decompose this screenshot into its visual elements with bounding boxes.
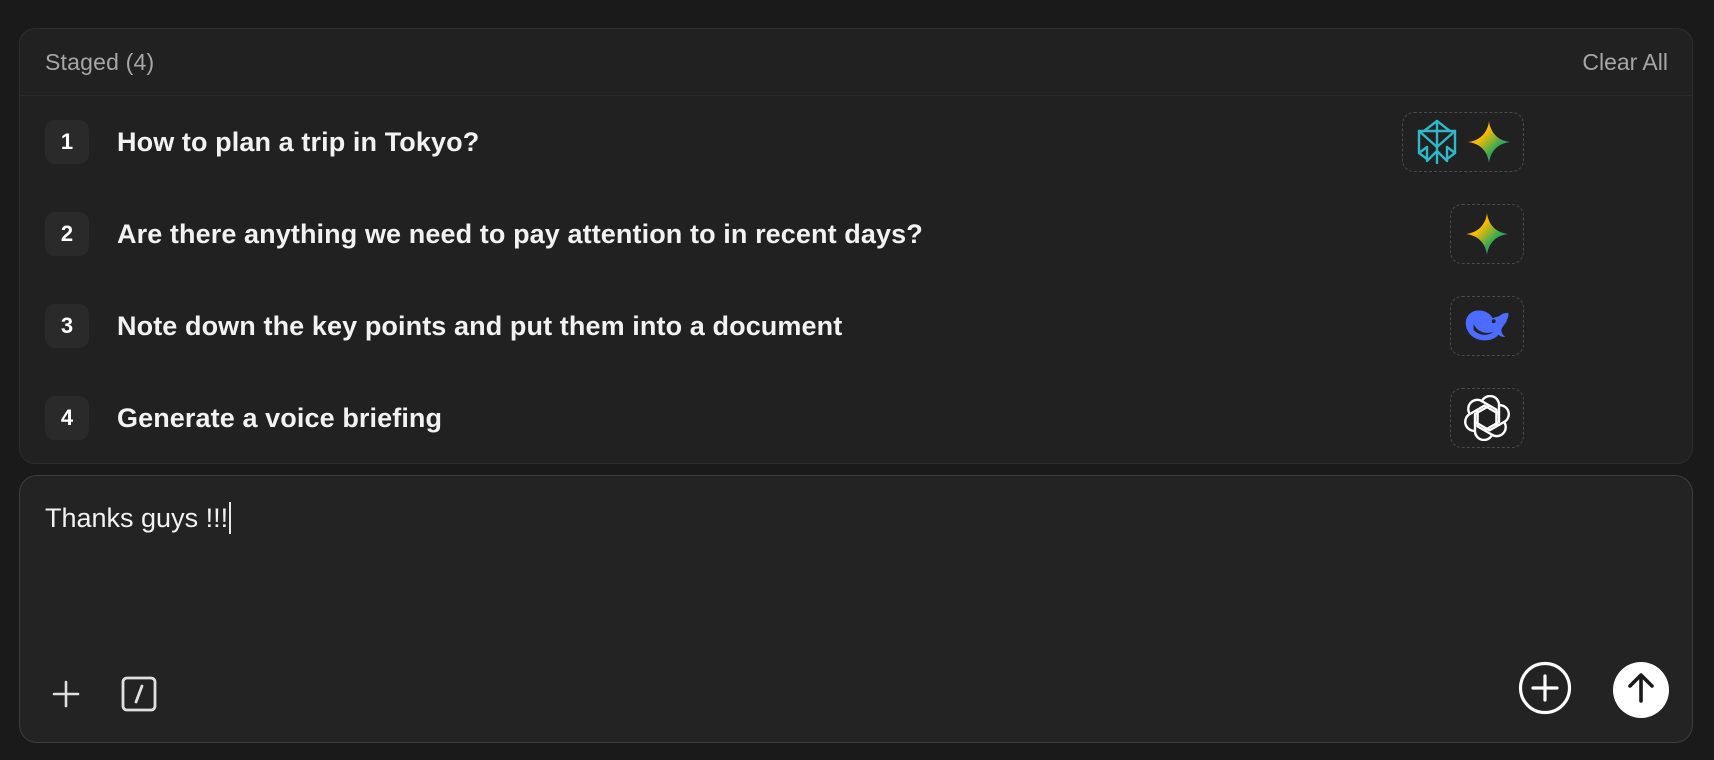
staged-item-number: 3	[45, 304, 89, 348]
staged-item-text: How to plan a trip in Tokyo?	[117, 126, 480, 157]
add-context-button[interactable]	[1517, 661, 1573, 720]
plus-icon	[51, 679, 81, 714]
add-circle-icon	[1518, 661, 1572, 720]
attach-button[interactable]	[46, 676, 86, 716]
staged-item-number: 1	[45, 120, 89, 164]
staged-panel: Staged (4) Clear All 1 How to plan a tri…	[19, 28, 1693, 464]
clear-all-button[interactable]: Clear All	[1582, 49, 1668, 76]
gemini-icon	[1464, 211, 1510, 257]
openai-icon	[1464, 395, 1510, 441]
staged-item[interactable]: 4 Generate a voice briefing	[20, 372, 1692, 463]
staged-item-text: Generate a voice briefing	[117, 402, 443, 433]
send-arrow-icon	[1626, 672, 1656, 709]
message-input[interactable]: Thanks guys !!!	[45, 502, 232, 534]
model-selector[interactable]	[1450, 388, 1524, 448]
message-composer[interactable]: Thanks guys !!!	[19, 475, 1693, 743]
message-input-text: Thanks guys !!!	[45, 502, 229, 533]
deepseek-icon	[1464, 303, 1510, 349]
gemini-icon	[1466, 119, 1512, 165]
slash-command-icon	[121, 676, 157, 717]
staged-header: Staged (4) Clear All	[20, 29, 1692, 96]
staged-item-text: Note down the key points and put them in…	[117, 310, 843, 341]
staged-item-number: 2	[45, 212, 89, 256]
model-selector[interactable]	[1402, 112, 1524, 172]
slash-command-button[interactable]	[119, 676, 159, 716]
staged-item[interactable]: 2 Are there anything we need to pay atte…	[20, 188, 1692, 280]
staged-item-number: 4	[45, 396, 89, 440]
model-selector[interactable]	[1450, 296, 1524, 356]
text-caret	[229, 502, 232, 534]
staged-item-text: Are there anything we need to pay attent…	[117, 218, 923, 249]
staged-item[interactable]: 3 Note down the key points and put them …	[20, 280, 1692, 372]
perplexity-icon	[1414, 119, 1460, 165]
model-selector[interactable]	[1450, 204, 1524, 264]
staged-item[interactable]: 1 How to plan a trip in Tokyo?	[20, 96, 1692, 188]
send-button[interactable]	[1613, 662, 1669, 718]
staged-title: Staged (4)	[45, 48, 155, 75]
